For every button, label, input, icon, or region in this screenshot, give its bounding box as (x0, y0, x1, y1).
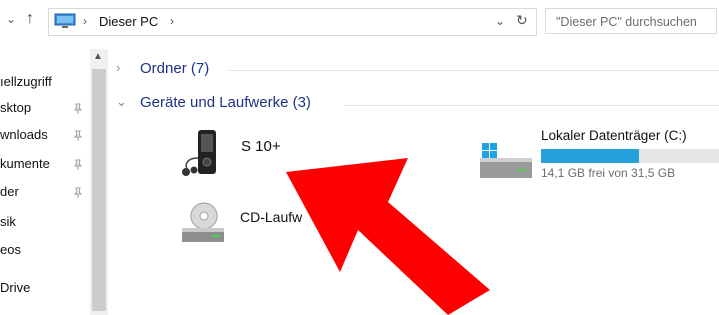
address-dropdown-chevron-icon[interactable]: ⌄ (495, 14, 505, 28)
nav-item-videos[interactable]: eos (0, 242, 90, 262)
address-box[interactable]: › Dieser PC › ⌄ ↻ (48, 8, 537, 36)
nav-item-label: Drive (0, 280, 31, 295)
this-pc-icon (54, 13, 76, 28)
group-expand-chevron-icon[interactable]: › (116, 60, 120, 75)
nav-item-label: eos (0, 242, 21, 257)
breadcrumb-separator-icon[interactable]: › (83, 14, 87, 28)
nav-item-label: sktop (0, 100, 32, 115)
navigation-scrollbar[interactable]: ▲ (90, 49, 108, 315)
group-divider (228, 70, 719, 71)
breadcrumb-this-pc[interactable]: Dieser PC (99, 14, 158, 29)
media-player-icon[interactable] (178, 128, 224, 178)
address-bar-area: ⌄ ↑ › Dieser PC › ⌄ ↻ "Dieser PC" durchs… (0, 0, 719, 44)
group-collapse-chevron-icon[interactable]: ⌄ (116, 94, 127, 110)
disk-free-space: 14,1 GB frei von 31,5 GB (541, 166, 676, 180)
nav-item-label: ıellzugriff (0, 74, 52, 89)
cd-drive-icon[interactable] (178, 200, 228, 250)
device-label-phone[interactable]: S 10+ (241, 138, 281, 155)
group-header-devices[interactable]: Geräte und Laufwerke (3) (140, 94, 311, 111)
scroll-thumb[interactable] (92, 69, 106, 311)
red-arrow-annotation (286, 158, 490, 315)
breadcrumb-separator-icon[interactable]: › (170, 14, 174, 28)
scroll-up-icon[interactable]: ▲ (93, 51, 103, 62)
search-input[interactable]: "Dieser PC" durchsuchen (545, 8, 717, 34)
group-divider (344, 105, 719, 106)
nav-item-desktop[interactable]: sktop (0, 100, 90, 120)
nav-item-label: der (0, 184, 19, 199)
up-arrow-icon[interactable]: ↑ (26, 10, 34, 28)
nav-item-documents[interactable]: kumente (0, 156, 90, 176)
pin-icon (73, 159, 83, 170)
nav-item-label: kumente (0, 156, 50, 171)
pin-icon (73, 103, 83, 114)
nav-item-music[interactable]: sik (0, 214, 90, 234)
pin-icon (73, 130, 83, 141)
pin-icon (73, 187, 83, 198)
nav-item-label: wnloads (0, 127, 48, 142)
refresh-icon[interactable]: ↻ (516, 12, 528, 29)
nav-item-label: sik (0, 214, 16, 229)
nav-item-pictures[interactable]: der (0, 184, 90, 204)
disk-usage-fill (541, 149, 639, 163)
disk-usage-bar (541, 149, 719, 163)
recent-locations-chevron-icon[interactable]: ⌄ (6, 12, 20, 26)
nav-item-onedrive[interactable]: Drive (0, 280, 90, 300)
device-label-disk[interactable]: Lokaler Datenträger (C:) (541, 128, 687, 143)
group-header-folders[interactable]: Ordner (7) (140, 60, 209, 77)
nav-item-downloads[interactable]: wnloads (0, 127, 90, 147)
nav-item-quick-access[interactable]: ıellzugriff (0, 74, 90, 94)
